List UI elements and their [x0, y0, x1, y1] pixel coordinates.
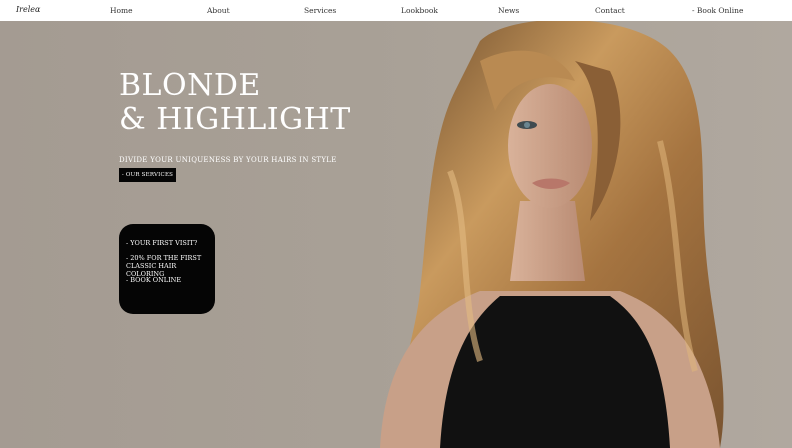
promo-line-first-visit: - YOUR FIRST VISIT?: [126, 239, 198, 247]
nav-lookbook[interactable]: Lookbook: [401, 6, 438, 15]
hero-model-photo: [380, 21, 724, 448]
our-services-button[interactable]: - OUR SERVICES: [119, 168, 176, 182]
top-navigation-bar: Ireleα Home About Services Lookbook News…: [0, 0, 792, 22]
hero-section: BLONDE & HIGHLIGHT DIVIDE YOUR UNIQUENES…: [0, 21, 792, 448]
nav-home[interactable]: Home: [110, 6, 133, 15]
nav-news[interactable]: News: [498, 6, 519, 15]
hero-subtitle: DIVIDE YOUR UNIQUENESS BY YOUR HAIRS IN …: [119, 156, 337, 164]
hero-title-line1: BLONDE: [119, 68, 261, 103]
site-logo[interactable]: Ireleα: [16, 5, 40, 14]
promo-card[interactable]: - YOUR FIRST VISIT? - 20% FOR THE FIRST …: [119, 224, 215, 314]
nav-contact[interactable]: Contact: [595, 6, 625, 15]
nav-book-online[interactable]: - Book Online: [692, 6, 743, 15]
hero-title: BLONDE & HIGHLIGHT: [119, 69, 351, 137]
promo-line-book-online[interactable]: - BOOK ONLINE: [126, 276, 181, 284]
hero-title-line2: & HIGHLIGHT: [119, 102, 351, 137]
promo-line-discount: - 20% FOR THE FIRST CLASSIC HAIR COLORIN…: [126, 254, 202, 278]
nav-about[interactable]: About: [207, 6, 230, 15]
nav-services[interactable]: Services: [304, 6, 336, 15]
